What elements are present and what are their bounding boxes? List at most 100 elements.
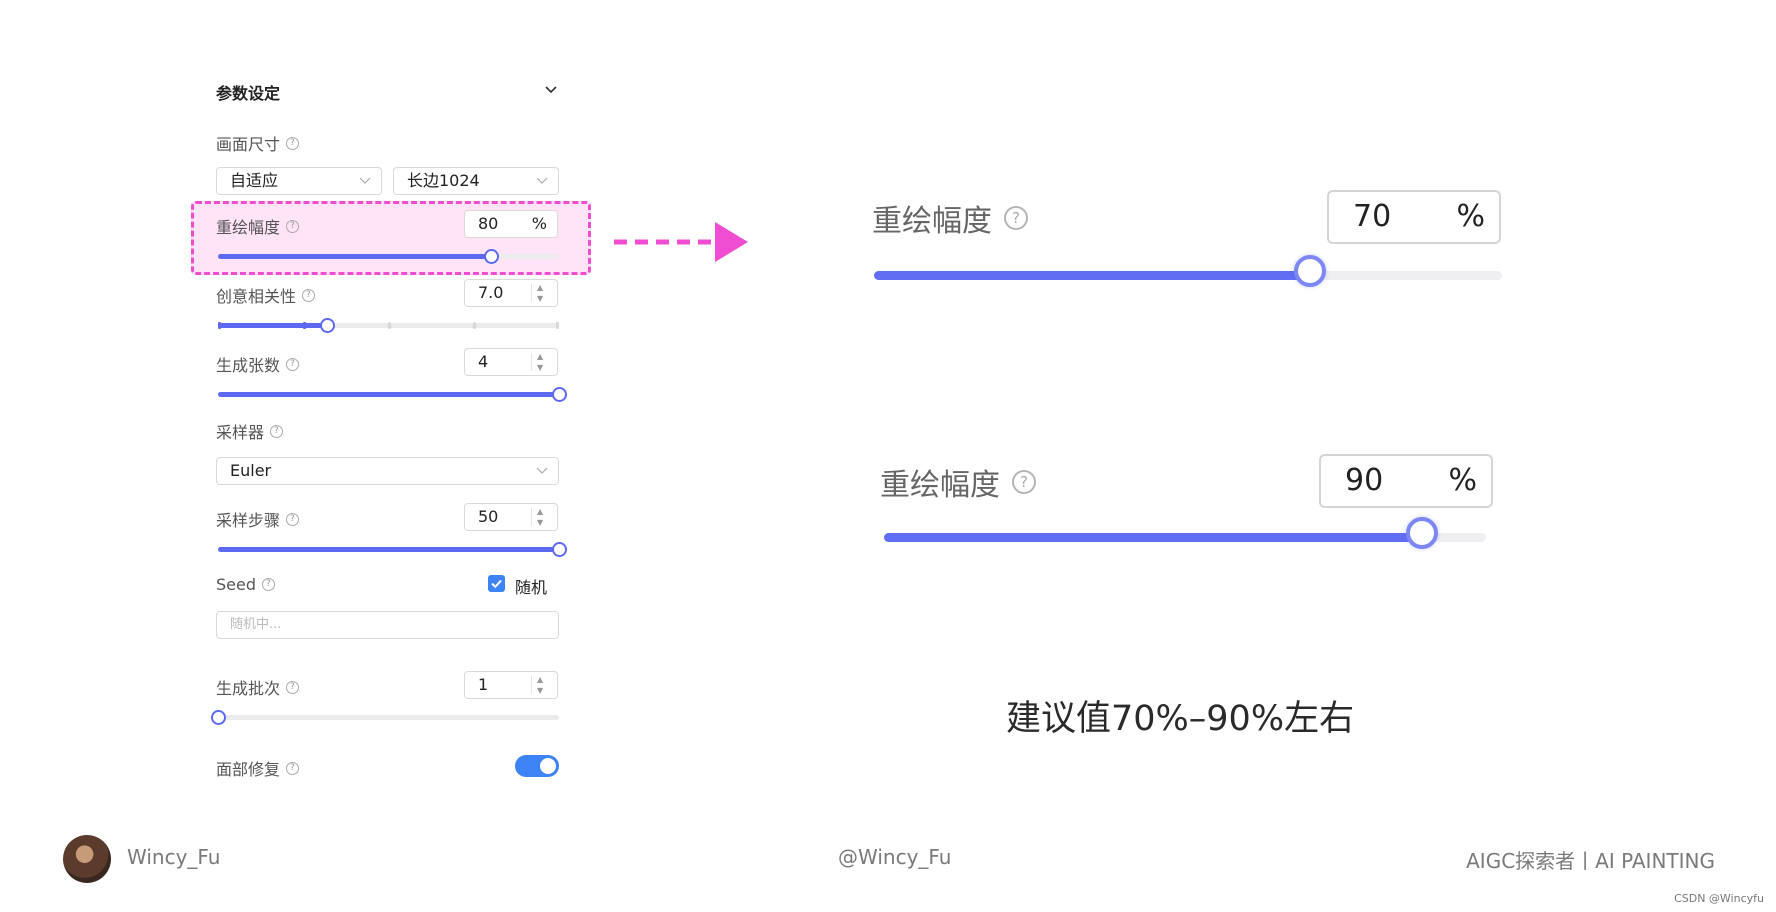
steps-slider-fill <box>218 547 559 552</box>
canvas-edge-value: 长边1024 <box>407 171 480 190</box>
seed-input[interactable]: 随机中... <box>216 611 559 639</box>
zoom-redraw-label-text: 重绘幅度 <box>872 204 992 239</box>
arrow-right-icon <box>614 222 748 262</box>
sampler-select[interactable]: Euler <box>216 457 559 485</box>
zoom-redraw-unit: % <box>1448 463 1477 498</box>
slider-mark <box>556 322 559 329</box>
batch-input[interactable]: 1 ▲ ▼ <box>464 671 558 699</box>
steps-slider-thumb[interactable] <box>552 542 567 557</box>
creativity-label-text: 创意相关性 <box>216 287 297 306</box>
slider-mark <box>218 322 221 329</box>
zoom-redraw-label-90: 重绘幅度 ? <box>880 460 1036 504</box>
redraw-slider[interactable] <box>218 249 559 264</box>
random-seed-label: 随机 <box>515 578 548 597</box>
zoom-redraw-slider-90 <box>884 517 1486 549</box>
stepper-arrows-icon[interactable]: ▲ ▼ <box>537 674 543 696</box>
settings-panel: 参数设定 画面尺寸 ? 自适应 长边1024 重绘幅度 ? 80 % 创意相关性… <box>0 0 1776 912</box>
help-icon[interactable]: ? <box>286 512 300 526</box>
count-label-text: 生成张数 <box>216 356 281 375</box>
help-icon[interactable]: ? <box>270 424 284 438</box>
creativity-input[interactable]: 7.0 ▲ ▼ <box>464 279 558 307</box>
stepper-divider <box>531 676 532 694</box>
zoom-redraw-value: 90 <box>1345 463 1384 498</box>
redraw-input[interactable]: 80 % <box>464 210 558 238</box>
stepper-divider <box>531 508 532 526</box>
batch-value: 1 <box>478 675 489 694</box>
face-fix-toggle[interactable] <box>515 755 559 777</box>
slider-mark <box>303 322 306 329</box>
sampler-label: 采样器 ? <box>216 419 284 443</box>
panel-title: 参数设定 <box>216 84 281 103</box>
redraw-slider-thumb[interactable] <box>483 249 499 264</box>
count-slider[interactable] <box>218 387 567 402</box>
help-icon[interactable]: ? <box>262 578 275 591</box>
author-handle: @Wincy_Fu <box>838 845 952 869</box>
help-icon: ? <box>1004 206 1028 230</box>
zoom-redraw-input-70: 70 % <box>1327 190 1501 244</box>
stepper-arrows-icon[interactable]: ▲ ▼ <box>537 506 543 528</box>
redraw-slider-fill <box>218 254 491 259</box>
chevron-down-icon <box>536 467 548 474</box>
count-input[interactable]: 4 ▲ ▼ <box>464 348 558 376</box>
stepper-divider <box>531 353 532 371</box>
help-icon[interactable]: ? <box>286 136 300 150</box>
author-name: Wincy_Fu <box>127 845 221 869</box>
count-slider-thumb[interactable] <box>552 387 567 402</box>
batch-slider[interactable] <box>211 710 559 725</box>
help-icon: ? <box>1012 470 1036 494</box>
batch-slider-thumb[interactable] <box>211 710 226 725</box>
batch-label-text: 生成批次 <box>216 679 281 698</box>
steps-input[interactable]: 50 ▲ ▼ <box>464 503 558 531</box>
zoom-redraw-slider-70 <box>874 255 1502 287</box>
chevron-down-icon[interactable] <box>543 81 559 97</box>
canvas-size-label: 画面尺寸 ? <box>216 131 300 155</box>
slider-mark <box>473 322 476 329</box>
creativity-label: 创意相关性 ? <box>216 283 316 307</box>
help-icon[interactable]: ? <box>286 219 300 233</box>
stepper-arrows-icon[interactable]: ▲ ▼ <box>537 282 543 304</box>
stepper-divider <box>531 284 532 302</box>
stepper-arrows-icon[interactable]: ▲ ▼ <box>537 351 543 373</box>
creativity-slider[interactable] <box>218 318 559 333</box>
sampler-label-text: 采样器 <box>216 423 265 442</box>
redraw-label-text: 重绘幅度 <box>216 218 281 237</box>
zoom-redraw-label-70: 重绘幅度 ? <box>872 196 1028 240</box>
help-icon[interactable]: ? <box>302 288 316 302</box>
zoom-slider-fill <box>884 533 1426 542</box>
redraw-unit: % <box>531 214 547 233</box>
count-value: 4 <box>478 352 489 371</box>
count-label: 生成张数 ? <box>216 352 300 376</box>
steps-label: 采样步骤 ? <box>216 507 300 531</box>
zoom-redraw-label-text: 重绘幅度 <box>880 468 1000 503</box>
chevron-down-icon <box>536 177 548 184</box>
sampler-value: Euler <box>230 461 272 480</box>
slider-mark <box>388 322 391 329</box>
canvas-mode-select[interactable]: 自适应 <box>216 167 382 195</box>
creativity-slider-thumb[interactable] <box>320 318 336 333</box>
count-slider-fill <box>218 392 559 397</box>
seed-label-text: Seed <box>216 575 256 594</box>
suggestion-text: 建议值70%–90%左右 <box>1006 699 1355 739</box>
zoom-redraw-value: 70 <box>1353 199 1392 234</box>
random-seed-checkbox[interactable] <box>488 575 505 592</box>
face-fix-label-text: 面部修复 <box>216 760 281 779</box>
brand-text: AIGC探索者丨AI PAINTING <box>1466 849 1715 873</box>
steps-value: 50 <box>478 507 499 526</box>
zoom-slider-thumb <box>1293 255 1326 287</box>
face-fix-label: 面部修复 ? <box>216 756 300 780</box>
help-icon[interactable]: ? <box>286 357 300 371</box>
toggle-knob <box>540 758 556 774</box>
steps-slider[interactable] <box>218 542 567 557</box>
creativity-value: 7.0 <box>478 283 504 302</box>
zoom-slider-thumb <box>1405 517 1438 549</box>
batch-label: 生成批次 ? <box>216 675 300 699</box>
watermark: CSDN @Wincyfu <box>1674 892 1764 905</box>
zoom-redraw-input-90: 90 % <box>1319 454 1493 508</box>
help-icon[interactable]: ? <box>286 761 300 775</box>
help-icon[interactable]: ? <box>286 680 300 694</box>
seed-label: Seed ? <box>216 575 275 594</box>
canvas-edge-select[interactable]: 长边1024 <box>393 167 559 195</box>
creativity-slider-fill <box>218 323 328 328</box>
canvas-size-label-text: 画面尺寸 <box>216 135 281 154</box>
zoom-redraw-unit: % <box>1456 199 1485 234</box>
